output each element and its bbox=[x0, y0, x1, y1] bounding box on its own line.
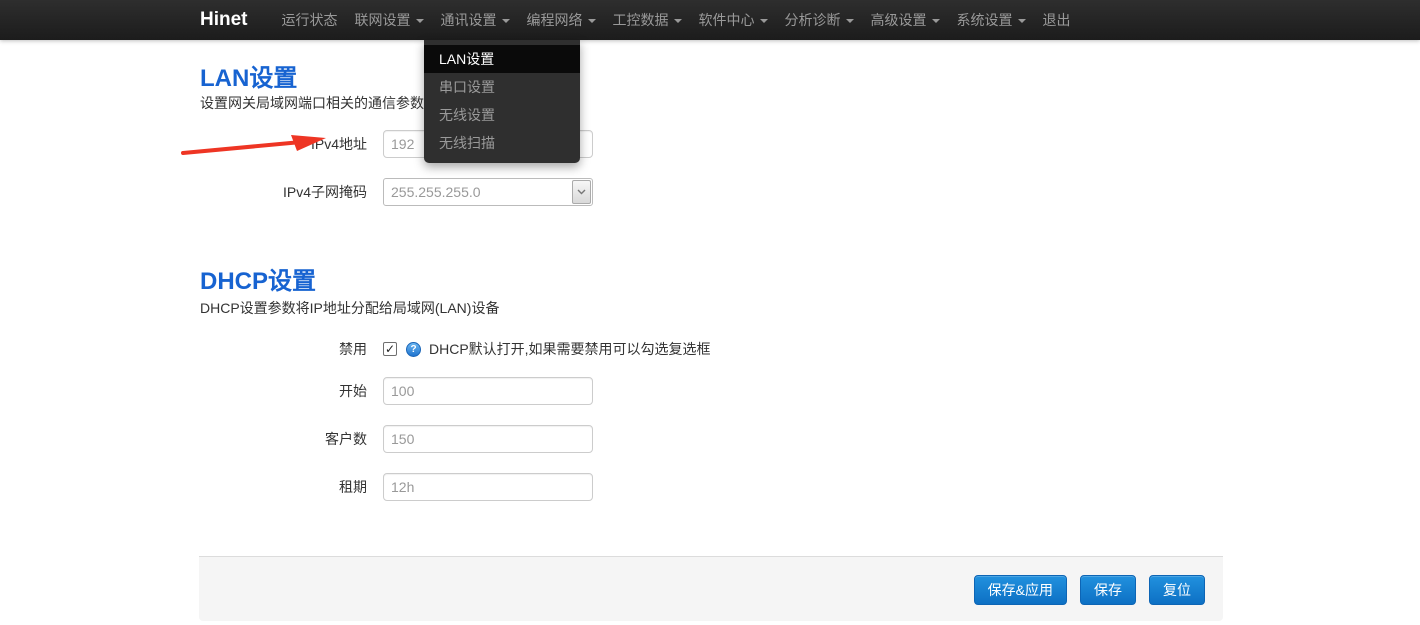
nav-item-logout[interactable]: 退出 bbox=[1035, 0, 1079, 40]
chevron-down-icon bbox=[674, 19, 682, 23]
ipv4-netmask-row: IPv4子网掩码 255.255.255.0 bbox=[200, 178, 593, 206]
chevron-down-icon[interactable] bbox=[572, 180, 591, 204]
nav-item-industrial-data[interactable]: 工控数据 bbox=[605, 0, 690, 40]
nav-item-analysis-diagnosis[interactable]: 分析诊断 bbox=[777, 0, 862, 40]
dhcp-start-input[interactable] bbox=[383, 377, 593, 405]
dropdown-item-lan-settings[interactable]: LAN设置 bbox=[424, 45, 580, 73]
dhcp-section-subtitle: DHCP设置参数将IP地址分配给局域网(LAN)设备 bbox=[200, 298, 499, 318]
nav-item-label: 通讯设置 bbox=[441, 10, 497, 30]
save-apply-button[interactable]: 保存&应用 bbox=[974, 575, 1067, 605]
nav-item-label: 软件中心 bbox=[699, 10, 755, 30]
nav-item-label: 联网设置 bbox=[355, 10, 411, 30]
dhcp-start-label: 开始 bbox=[200, 381, 383, 401]
dropdown-item-wireless-settings[interactable]: 无线设置 bbox=[424, 101, 580, 129]
chevron-down-icon bbox=[1018, 19, 1026, 23]
nav-item-label: 工控数据 bbox=[613, 10, 669, 30]
nav-item-advanced-settings[interactable]: 高级设置 bbox=[863, 0, 948, 40]
dhcp-section-title: DHCP设置 bbox=[200, 261, 316, 296]
dropdown-item-serial-settings[interactable]: 串口设置 bbox=[424, 73, 580, 101]
nav-item-programming-network[interactable]: 编程网络 bbox=[519, 0, 604, 40]
dhcp-lease-input[interactable] bbox=[383, 473, 593, 501]
nav-item-network-settings[interactable]: 联网设置 bbox=[347, 0, 432, 40]
nav-item-label: 分析诊断 bbox=[785, 10, 841, 30]
chevron-down-icon bbox=[846, 19, 854, 23]
lan-section-title: LAN设置 bbox=[200, 58, 297, 93]
chevron-down-icon bbox=[416, 19, 424, 23]
dhcp-clients-row: 客户数 bbox=[200, 425, 593, 453]
chevron-down-icon bbox=[588, 19, 596, 23]
chevron-down-icon bbox=[760, 19, 768, 23]
dhcp-help-text: DHCP默认打开,如果需要禁用可以勾选复选框 bbox=[429, 339, 711, 359]
dhcp-disable-label: 禁用 bbox=[200, 339, 383, 359]
dhcp-lease-row: 租期 bbox=[200, 473, 593, 501]
ipv4-address-label: IPv4地址 bbox=[200, 134, 383, 154]
nav-item-system-settings[interactable]: 系统设置 bbox=[949, 0, 1034, 40]
ipv4-netmask-value: 255.255.255.0 bbox=[384, 184, 481, 200]
dhcp-disable-row: 禁用 ✓ ? DHCP默认打开,如果需要禁用可以勾选复选框 bbox=[200, 339, 711, 359]
chevron-down-icon bbox=[502, 19, 510, 23]
comm-settings-dropdown: LAN设置 串口设置 无线设置 无线扫描 bbox=[424, 40, 580, 163]
help-icon[interactable]: ? bbox=[406, 342, 421, 357]
dhcp-disable-checkbox[interactable]: ✓ bbox=[383, 342, 397, 356]
nav-item-label: 高级设置 bbox=[871, 10, 927, 30]
nav-item-software-center[interactable]: 软件中心 bbox=[691, 0, 776, 40]
reset-button[interactable]: 复位 bbox=[1149, 575, 1205, 605]
dhcp-clients-input[interactable] bbox=[383, 425, 593, 453]
save-button[interactable]: 保存 bbox=[1080, 575, 1136, 605]
dropdown-item-wireless-scan[interactable]: 无线扫描 bbox=[424, 129, 580, 157]
nav-item-label: 系统设置 bbox=[957, 10, 1013, 30]
nav-item-label: 退出 bbox=[1043, 10, 1071, 30]
ipv4-netmask-select[interactable]: 255.255.255.0 bbox=[383, 178, 593, 206]
top-navbar: Hinet 运行状态 联网设置 通讯设置 编程网络 工控数据 软件中心 bbox=[0, 0, 1420, 40]
dhcp-clients-label: 客户数 bbox=[200, 429, 383, 449]
nav-item-comm-settings[interactable]: 通讯设置 bbox=[433, 0, 518, 40]
brand-logo[interactable]: Hinet bbox=[200, 9, 248, 31]
chevron-down-icon bbox=[932, 19, 940, 23]
ipv4-netmask-label: IPv4子网掩码 bbox=[200, 182, 383, 202]
action-footer: 保存&应用 保存 复位 bbox=[199, 556, 1223, 621]
nav-item-label: 编程网络 bbox=[527, 10, 583, 30]
nav-item-running-status[interactable]: 运行状态 bbox=[274, 0, 346, 40]
dhcp-start-row: 开始 bbox=[200, 377, 593, 405]
lan-section-subtitle: 设置网关局域网端口相关的通信参数 bbox=[200, 93, 424, 113]
nav-item-label: 运行状态 bbox=[282, 10, 338, 30]
dhcp-lease-label: 租期 bbox=[200, 477, 383, 497]
page: Hinet 运行状态 联网设置 通讯设置 编程网络 工控数据 软件中心 bbox=[0, 0, 1420, 625]
